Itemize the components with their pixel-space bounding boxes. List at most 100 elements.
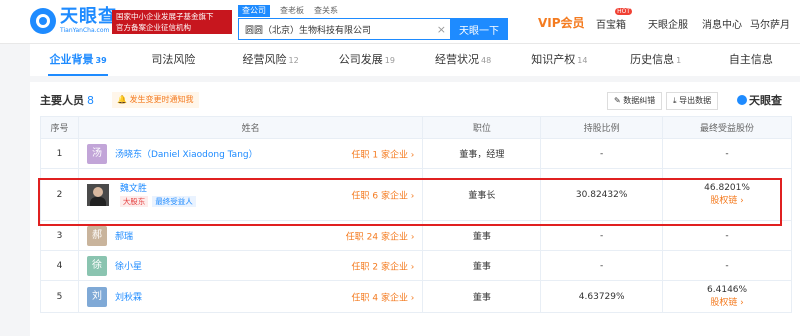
notice-label: 发生变更时通知我 — [129, 95, 194, 104]
equity-chain-link[interactable]: 股权链 › — [663, 295, 791, 308]
person-cell: 汤汤晓东（Daniel Xiaodong Tang） 任职 1 家企业 › — [77, 138, 424, 169]
tab-label: 经营状况 — [435, 53, 480, 66]
row-number: 4 — [40, 250, 79, 281]
row-number: 1 — [40, 138, 79, 169]
avatar: 汤 — [86, 143, 107, 164]
clear-icon[interactable]: × — [437, 23, 446, 36]
final-benefit-cell: 6.4146% 股权链 › — [662, 280, 792, 313]
user-menu[interactable]: 马尔萨月 — [750, 16, 790, 31]
final-benefit: - — [662, 138, 792, 169]
final-benefit-cell: 46.8201% 股权链 › — [662, 168, 792, 221]
tianyancha-watermark: 天眼查 — [737, 92, 782, 108]
positions-link[interactable]: 任职 24 家企业 › — [346, 229, 415, 242]
row-number: 5 — [40, 280, 79, 313]
row-number: 2 — [40, 168, 79, 221]
tab-label: 公司发展 — [338, 53, 383, 66]
personnel-table: 序号 姓名 职位 持股比例 最终受益股份 1 汤汤晓东（Daniel Xiaod… — [40, 116, 792, 313]
gov-banner-line1: 国家中小企业发展子基金旗下 — [116, 12, 214, 21]
role: 董事 — [422, 280, 542, 313]
positions-link[interactable]: 任职 6 家企业 › — [352, 188, 415, 201]
positions-link[interactable]: 任职 1 家企业 › — [352, 147, 415, 160]
positions-link[interactable]: 任职 2 家企业 › — [352, 259, 415, 272]
role: 董事 — [422, 250, 542, 281]
avatar: 刘 — [86, 286, 107, 307]
tab-history[interactable]: 历史信息 1 — [608, 44, 704, 76]
tab-company-development[interactable]: 公司发展 19 — [319, 44, 415, 76]
logo-eye-icon — [30, 8, 56, 34]
section-count: 8 — [87, 94, 94, 107]
table-row: 2 魏文胜 大股东 最终受益人 任职 6 家企业 › 董事长 30.82432% … — [40, 168, 792, 221]
baibao-label: 百宝箱 — [596, 20, 626, 31]
role: 董事长 — [422, 168, 542, 221]
logo-subtext: TianYanCha.com — [60, 27, 110, 34]
col-header-benefit: 最终受益股份 — [662, 116, 792, 139]
major-shareholder-badge: 大股东 — [119, 196, 149, 207]
positions-link[interactable]: 任职 4 家企业 › — [352, 290, 415, 303]
col-header-no: 序号 — [40, 116, 79, 139]
share-ratio: 30.82432% — [540, 168, 664, 221]
row-number: 3 — [40, 220, 79, 251]
tab-operation-status[interactable]: 经营状况 48 — [415, 44, 511, 76]
logo-text: 天眼查 — [60, 6, 117, 27]
table-row: 5 刘刘秋霖 任职 4 家企业 › 董事 4.63729% 6.4146% 股权链… — [40, 280, 792, 313]
change-notify-button[interactable]: 🔔 发生变更时通知我 — [112, 92, 199, 108]
hot-badge: HOT — [615, 8, 632, 15]
search-area: 查公司 查老板 查关系 × 天眼一下 — [238, 5, 508, 40]
final-benefit: 46.8201% — [704, 183, 750, 193]
col-header-position: 职位 — [422, 116, 542, 139]
table-row: 4 徐徐小星 任职 2 家企业 › 董事 - - — [40, 250, 792, 281]
tab-count: 48 — [481, 56, 492, 65]
beneficiary-badge: 最终受益人 — [152, 196, 196, 207]
person-name-link[interactable]: 魏文胜 — [120, 182, 200, 196]
equity-chain-link[interactable]: 股权链 › — [663, 193, 791, 206]
person-name-link[interactable]: 徐小星 — [115, 262, 142, 272]
tab-label: 经营风险 — [242, 53, 287, 66]
tab-judicial-risk[interactable]: 司法风险 — [126, 44, 222, 76]
person-name-link[interactable]: 刘秋霖 — [115, 293, 142, 303]
avatar: 徐 — [86, 255, 107, 276]
export-data-button[interactable]: ⤓ 导出数据 — [666, 92, 719, 110]
avatar — [86, 183, 109, 206]
tianyancha-logo[interactable]: 天眼查 TianYanCha.com — [30, 8, 117, 34]
person-cell: 徐徐小星 任职 2 家企业 › — [77, 250, 424, 281]
person-name-link[interactable]: 汤晓东（Daniel Xiaodong Tang） — [115, 150, 258, 160]
person-name-link[interactable]: 郝瑞 — [115, 232, 133, 242]
company-tabs: 企业背景 39 司法风险 经营风险 12 公司发展 19 经营状况 48 知识产权 14 … — [30, 44, 800, 76]
search-tab-boss[interactable]: 查老板 — [280, 5, 304, 17]
data-correction-button[interactable]: ✎ 数据纠错 — [607, 92, 663, 110]
search-tab-relation[interactable]: 查关系 — [314, 5, 338, 17]
baibao-link[interactable]: 百宝箱 HOT — [596, 8, 632, 31]
share-ratio: 4.63729% — [540, 280, 664, 313]
tab-count: 14 — [577, 56, 588, 65]
search-button[interactable]: 天眼一下 — [450, 18, 508, 40]
person-cell: 郝郝瑞 任职 24 家企业 › — [77, 220, 424, 251]
table-row: 1 汤汤晓东（Daniel Xiaodong Tang） 任职 1 家企业 › … — [40, 138, 792, 169]
tab-label: 司法风险 — [151, 53, 196, 66]
role: 董事，经理 — [422, 138, 542, 169]
table-row: 3 郝郝瑞 任职 24 家企业 › 董事 - - — [40, 220, 792, 251]
export-label: 导出数据 — [679, 96, 712, 105]
tab-self-info[interactable]: 自主信息 — [704, 44, 800, 76]
final-benefit: 6.4146% — [707, 285, 748, 295]
person-cell: 刘刘秋霖 任职 4 家企业 › — [77, 280, 424, 313]
tab-label: 知识产权 — [531, 53, 576, 66]
tab-intellectual-property[interactable]: 知识产权 14 — [511, 44, 607, 76]
search-input[interactable] — [238, 18, 450, 40]
share-ratio: - — [540, 250, 664, 281]
gov-banner[interactable]: 国家中小企业发展子基金旗下 官方备案企业征信机构 — [112, 10, 232, 34]
vip-link[interactable]: VIP会员 — [538, 14, 585, 31]
tab-count: 12 — [288, 56, 299, 65]
message-center-link[interactable]: 消息中心 — [702, 16, 742, 31]
logo-eye-icon — [737, 95, 747, 105]
final-benefit: - — [662, 220, 792, 251]
enterprise-service-link[interactable]: 天眼企服 — [648, 16, 688, 31]
tab-operation-risk[interactable]: 经营风险 12 — [223, 44, 319, 76]
gov-banner-line2: 官方备案企业征信机构 — [116, 23, 191, 32]
avatar: 郝 — [86, 225, 107, 246]
correction-label: 数据纠错 — [623, 96, 656, 105]
person-cell: 魏文胜 大股东 最终受益人 任职 6 家企业 › — [77, 168, 424, 221]
search-tab-company[interactable]: 查公司 — [238, 5, 270, 17]
final-benefit: - — [662, 250, 792, 281]
tab-enterprise-background[interactable]: 企业背景 39 — [30, 44, 126, 76]
tab-label: 自主信息 — [728, 53, 773, 66]
